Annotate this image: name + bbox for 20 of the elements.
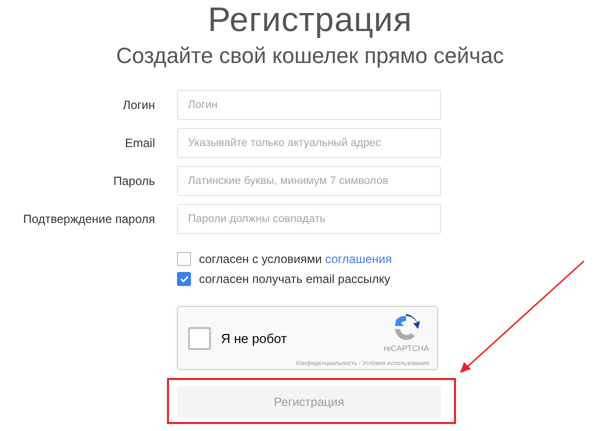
checkbox-label: согласен получать email рассылку xyxy=(199,272,390,286)
field-label: Логин xyxy=(122,98,155,112)
captcha-checkbox[interactable] xyxy=(188,326,211,350)
input-field[interactable]: Пароли должны совпадать xyxy=(177,204,441,234)
input-field[interactable]: Указывайте только актуальный адрес xyxy=(177,128,441,158)
checkbox[interactable] xyxy=(177,252,191,266)
recaptcha-logo-icon xyxy=(392,314,420,342)
input-field[interactable]: Латинские буквы, минимум 7 символов xyxy=(177,166,441,196)
captcha-label: Я не робот xyxy=(221,330,288,346)
checkbox-label: согласен с условиями соглашения xyxy=(199,252,392,266)
page-title: Регистрация xyxy=(208,0,412,40)
field-label: Пароль xyxy=(112,174,155,188)
page-subtitle: Создайте свой кошелек прямо сейчас xyxy=(116,42,504,70)
field-label: Email xyxy=(124,136,155,150)
input-field[interactable]: Логин xyxy=(177,90,441,120)
field-label: Подтверждение пароля xyxy=(22,212,155,226)
check-icon xyxy=(180,275,188,283)
recaptcha-brand: reCAPTCHA xyxy=(384,344,429,352)
agreement-link[interactable]: соглашения xyxy=(325,252,392,266)
checkbox[interactable] xyxy=(177,272,191,286)
